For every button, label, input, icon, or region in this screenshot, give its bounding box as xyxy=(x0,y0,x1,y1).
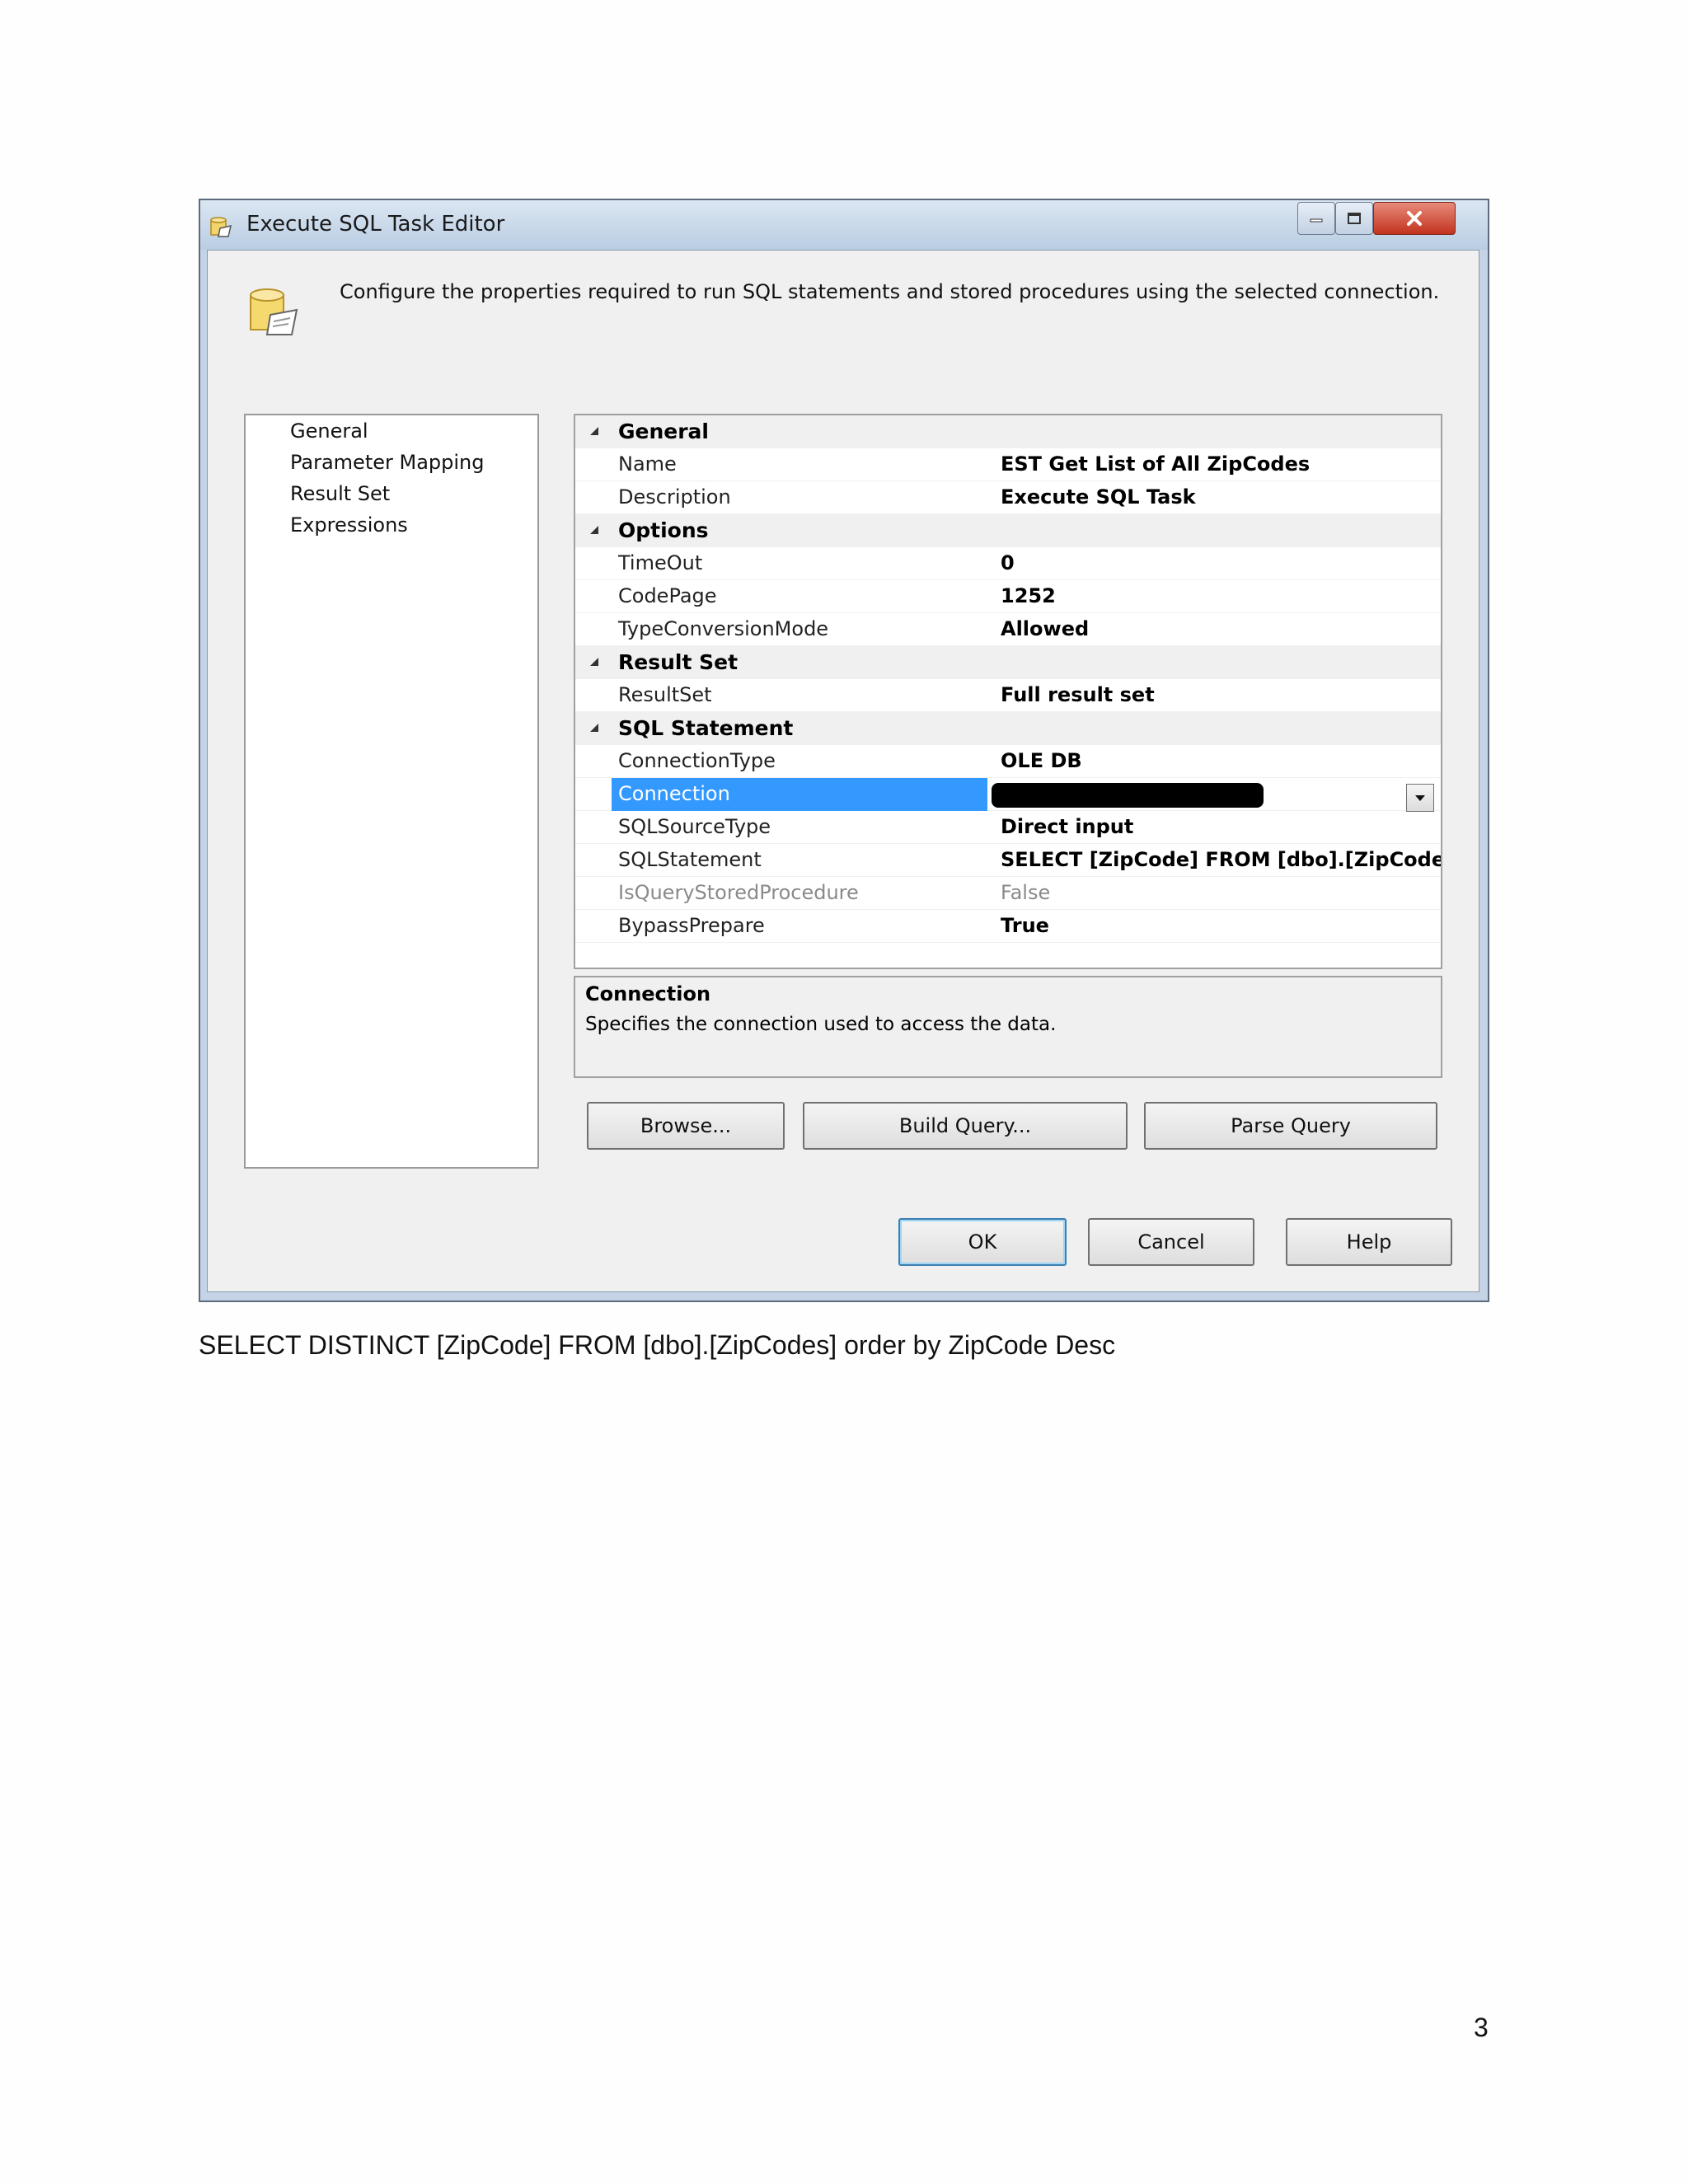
property-name: CodePage xyxy=(618,584,717,607)
title-bar[interactable]: Execute SQL Task Editor xyxy=(200,200,1488,250)
property-row-connectiontype[interactable]: ConnectionType OLE DB xyxy=(575,745,1441,778)
header-description: Configure the properties required to run… xyxy=(340,280,1440,303)
property-value[interactable]: 0 xyxy=(1001,551,1015,574)
page-number: 3 xyxy=(1474,2013,1489,2042)
category-sql-statement[interactable]: SQL Statement xyxy=(575,712,1441,745)
minimize-icon xyxy=(1310,218,1323,223)
redacted-connection-value xyxy=(992,783,1264,808)
property-name: TimeOut xyxy=(618,551,703,574)
sidebar-item-parameter-mapping[interactable]: Parameter Mapping xyxy=(290,450,485,475)
cancel-button[interactable]: Cancel xyxy=(1088,1218,1254,1266)
property-name: TypeConversionMode xyxy=(618,617,829,640)
property-row-resultset[interactable]: ResultSet Full result set xyxy=(575,679,1441,712)
sidebar-item-expressions[interactable]: Expressions xyxy=(290,513,408,537)
sidebar-item-result-set[interactable]: Result Set xyxy=(290,481,390,506)
browse-button[interactable]: Browse... xyxy=(587,1102,785,1150)
property-value[interactable]: Direct input xyxy=(1001,815,1133,838)
category-options[interactable]: Options xyxy=(575,514,1441,547)
property-value[interactable]: EST Get List of All ZipCodes xyxy=(1001,452,1310,476)
close-icon xyxy=(1407,211,1422,226)
execute-sql-task-editor-dialog: Execute SQL Task Editor Configure the pr… xyxy=(199,199,1489,1302)
property-name: Connection xyxy=(618,782,730,805)
category-result-set[interactable]: Result Set xyxy=(575,646,1441,679)
dialog-body: Configure the properties required to run… xyxy=(207,250,1479,1292)
property-row-isquerystoredprocedure: IsQueryStoredProcedure False xyxy=(575,877,1441,910)
property-row-bypassprepare[interactable]: BypassPrepare True xyxy=(575,910,1441,943)
property-row-codepage[interactable]: CodePage 1252 xyxy=(575,580,1441,613)
property-name: IsQueryStoredProcedure xyxy=(618,881,859,904)
property-name: Description xyxy=(618,485,731,509)
property-row-typeconversionmode[interactable]: TypeConversionMode Allowed xyxy=(575,613,1441,646)
property-value[interactable]: Execute SQL Task xyxy=(1001,485,1196,509)
ok-button[interactable]: OK xyxy=(898,1218,1067,1266)
property-name: Name xyxy=(618,452,677,476)
maximize-button[interactable] xyxy=(1335,202,1373,235)
property-row-description[interactable]: Description Execute SQL Task xyxy=(575,481,1441,514)
property-name: ConnectionType xyxy=(618,749,776,772)
collapse-arrow-icon[interactable] xyxy=(587,720,602,735)
property-name: BypassPrepare xyxy=(618,914,765,937)
property-row-sqlstatement[interactable]: SQLStatement SELECT [ZipCode] FROM [dbo]… xyxy=(575,844,1441,877)
close-button[interactable] xyxy=(1373,202,1456,235)
property-value[interactable]: True xyxy=(1001,914,1049,937)
chevron-down-icon xyxy=(1415,795,1425,801)
minimize-button[interactable] xyxy=(1297,202,1335,235)
category-label: Result Set xyxy=(618,650,738,674)
help-button[interactable]: Help xyxy=(1286,1218,1452,1266)
property-name: SQLSourceType xyxy=(618,815,771,838)
property-row-connection[interactable]: Connection xyxy=(575,778,1441,812)
maximize-icon xyxy=(1348,213,1361,224)
help-text: Specifies the connection used to access … xyxy=(585,1014,1057,1035)
category-general[interactable]: General xyxy=(575,415,1441,448)
property-value[interactable]: Allowed xyxy=(1001,617,1089,640)
property-row-sqlsourcetype[interactable]: SQLSourceType Direct input xyxy=(575,811,1441,844)
property-grid: General Name EST Get List of All ZipCode… xyxy=(574,414,1442,969)
property-row-name[interactable]: Name EST Get List of All ZipCodes xyxy=(575,448,1441,481)
property-name: SQLStatement xyxy=(618,848,762,871)
property-value[interactable]: Full result set xyxy=(1001,683,1155,706)
category-label: SQL Statement xyxy=(618,716,794,740)
execute-sql-task-icon xyxy=(210,217,232,237)
collapse-arrow-icon[interactable] xyxy=(587,523,602,537)
connection-dropdown-button[interactable] xyxy=(1406,784,1434,812)
document-caption: SELECT DISTINCT [ZipCode] FROM [dbo].[Zi… xyxy=(199,1330,1116,1360)
category-label: General xyxy=(618,419,709,443)
property-help-panel: Connection Specifies the connection used… xyxy=(574,976,1442,1078)
parse-query-button[interactable]: Parse Query xyxy=(1144,1102,1437,1150)
category-label: Options xyxy=(618,518,709,542)
execute-sql-task-large-icon xyxy=(250,288,298,335)
property-value[interactable]: 1252 xyxy=(1001,584,1056,607)
sidebar-item-general[interactable]: General xyxy=(290,419,368,443)
property-value: False xyxy=(1001,881,1051,904)
property-value[interactable]: SELECT [ZipCode] FROM [dbo].[ZipCodes] o… xyxy=(1001,848,1441,871)
help-title: Connection xyxy=(585,982,711,1005)
build-query-button[interactable]: Build Query... xyxy=(803,1102,1128,1150)
sidebar-nav: General Parameter Mapping Result Set Exp… xyxy=(244,414,539,1169)
property-name: ResultSet xyxy=(618,683,712,706)
property-row-timeout[interactable]: TimeOut 0 xyxy=(575,547,1441,580)
window-title: Execute SQL Task Editor xyxy=(246,212,505,237)
property-value[interactable]: OLE DB xyxy=(1001,749,1082,772)
collapse-arrow-icon[interactable] xyxy=(587,654,602,669)
collapse-arrow-icon[interactable] xyxy=(587,424,602,438)
